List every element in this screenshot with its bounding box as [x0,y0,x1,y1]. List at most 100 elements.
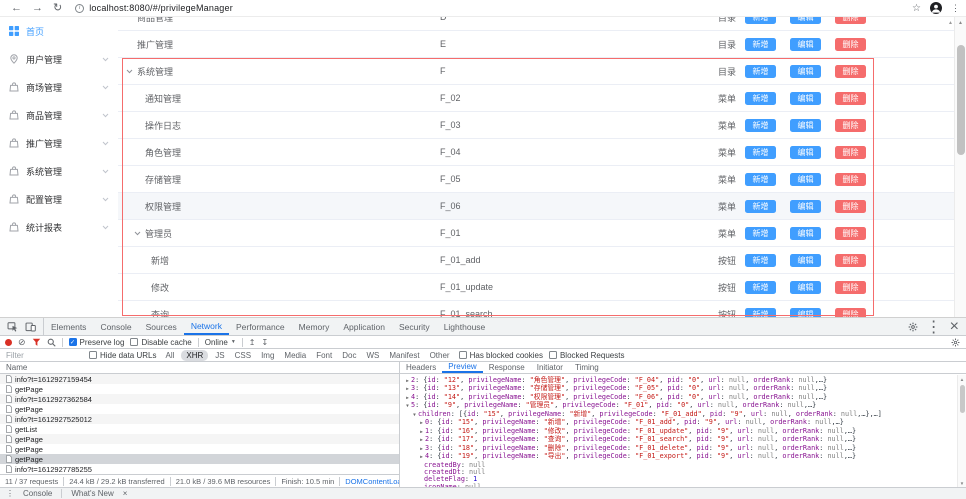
filter-type-doc[interactable]: Doc [339,351,359,360]
network-settings-gear-icon[interactable] [951,338,960,347]
scroll-up-icon[interactable]: ▲ [955,17,966,26]
expand-arrow-icon[interactable]: ▶ [418,420,425,427]
delete-button[interactable]: 删除 [835,146,866,159]
record-network-log-icon[interactable] [5,339,12,346]
export-har-icon[interactable]: ↧ [262,338,269,347]
request-row[interactable]: info?t=1612927785255 [0,464,399,474]
sidebar-item-配置管理[interactable]: 配置管理 [0,185,118,213]
table-row[interactable]: 通知管理 F_02 菜单 新增 编辑 删除 [118,85,954,112]
delete-button[interactable]: 删除 [835,65,866,78]
filter-type-xhr[interactable]: XHR [181,350,208,361]
delete-button[interactable]: 删除 [835,308,866,318]
detail-tab-preview[interactable]: Preview [442,362,482,373]
sidebar-item-首页[interactable]: 首页 [0,17,118,45]
expand-arrow-icon[interactable]: ▶ [418,437,425,444]
add-button[interactable]: 新增 [745,17,776,24]
page-info-icon[interactable]: i [75,4,84,13]
edit-button[interactable]: 编辑 [790,227,821,240]
scroll-down-icon[interactable]: ▼ [958,481,966,486]
page-scrollbar[interactable]: ▲ [954,17,966,317]
delete-button[interactable]: 删除 [835,200,866,213]
drawer-console-tab[interactable]: Console [23,489,52,498]
request-row[interactable]: getPage [0,434,399,444]
filter-type-ws[interactable]: WS [363,351,382,360]
delete-button[interactable]: 删除 [835,254,866,267]
preview-scrollbar[interactable]: ▲ ▼ [957,375,966,488]
filter-icon[interactable] [32,338,41,347]
edit-button[interactable]: 编辑 [790,17,821,24]
scrollbar-thumb[interactable] [960,385,965,413]
sidebar-item-用户管理[interactable]: 用户管理 [0,45,118,73]
add-button[interactable]: 新增 [745,308,776,318]
add-button[interactable]: 新增 [745,281,776,294]
edit-button[interactable]: 编辑 [790,173,821,186]
add-button[interactable]: 新增 [745,65,776,78]
devtools-tab-elements[interactable]: Elements [44,318,93,335]
table-row[interactable]: 操作日志 F_03 菜单 新增 编辑 删除 [118,112,954,139]
sidebar-item-推广管理[interactable]: 推广管理 [0,129,118,157]
table-row[interactable]: 系统管理 F 目录 新增 编辑 删除 [118,58,954,85]
edit-button[interactable]: 编辑 [790,92,821,105]
collapse-arrow-icon[interactable]: ▼ [411,412,418,419]
edit-button[interactable]: 编辑 [790,146,821,159]
disable-cache-checkbox[interactable]: Disable cache [130,338,191,347]
add-button[interactable]: 新增 [745,173,776,186]
json-tree-line[interactable]: createdDt: null [400,469,957,476]
request-row[interactable]: info?t=1612927525012 [0,414,399,424]
import-har-icon[interactable]: ↥ [249,338,256,347]
request-list-header[interactable]: Name [0,362,399,374]
request-row[interactable]: info?t=1612927159454 [0,374,399,384]
filter-type-img[interactable]: Img [258,351,277,360]
profile-avatar-icon[interactable] [930,2,942,14]
sidebar-item-统计报表[interactable]: 统计报表 [0,213,118,241]
sidebar-item-商品管理[interactable]: 商品管理 [0,101,118,129]
table-row[interactable]: 权限管理 F_06 菜单 新增 编辑 删除 [118,193,954,220]
edit-button[interactable]: 编辑 [790,38,821,51]
devtools-tab-memory[interactable]: Memory [292,318,337,335]
json-tree-line[interactable]: deleteFlag: 1 [400,476,957,483]
request-row[interactable]: getPage [0,454,399,464]
expand-arrow-icon[interactable]: ▶ [418,446,425,453]
filter-type-media[interactable]: Media [281,351,309,360]
add-button[interactable]: 新增 [745,200,776,213]
request-row[interactable]: getList [0,424,399,434]
reload-icon[interactable]: ↻ [53,0,62,17]
filter-type-font[interactable]: Font [313,351,335,360]
address-bar[interactable]: localhost:8080/#/privilegeManager [89,3,233,13]
table-row[interactable]: 商品管理 D 目录 新增 编辑 删除 [118,17,954,31]
delete-button[interactable]: 删除 [835,173,866,186]
edit-button[interactable]: 编辑 [790,308,821,318]
scrollbar-thumb[interactable] [957,45,965,155]
clear-network-log-icon[interactable]: ⊘ [18,338,26,347]
table-row[interactable]: 查询 F_01_search 按钮 新增 编辑 删除 [118,301,954,317]
collapse-arrow-icon[interactable]: ▼ [404,403,411,410]
preserve-log-checkbox[interactable]: ✓Preserve log [69,338,125,347]
devtools-tab-performance[interactable]: Performance [229,318,292,335]
add-button[interactable]: 新增 [745,146,776,159]
add-button[interactable]: 新增 [745,119,776,132]
add-button[interactable]: 新增 [745,38,776,51]
blocked-requests-checkbox[interactable]: Blocked Requests [549,351,624,360]
expand-arrow-icon[interactable]: ▶ [404,378,411,385]
filter-type-all[interactable]: All [162,351,177,360]
has-blocked-cookies-checkbox[interactable]: Has blocked cookies [459,351,543,360]
detail-tab-response[interactable]: Response [483,362,531,373]
devtools-tab-security[interactable]: Security [392,318,437,335]
search-icon[interactable] [47,338,56,347]
filter-type-other[interactable]: Other [427,351,453,360]
expand-arrow-icon[interactable]: ▶ [404,395,411,402]
add-button[interactable]: 新增 [745,227,776,240]
filter-type-manifest[interactable]: Manifest [386,351,422,360]
delete-button[interactable]: 删除 [835,38,866,51]
bookmark-star-icon[interactable]: ☆ [912,3,921,14]
detail-tab-headers[interactable]: Headers [400,362,442,373]
sidebar-item-商场管理[interactable]: 商场管理 [0,73,118,101]
browser-menu-icon[interactable]: ⋮ [951,3,960,14]
table-row[interactable]: 新增 F_01_add 按钮 新增 编辑 删除 [118,247,954,274]
delete-button[interactable]: 删除 [835,227,866,240]
delete-button[interactable]: 删除 [835,281,866,294]
request-row[interactable]: info?t=1612927362584 [0,394,399,404]
filter-type-js[interactable]: JS [212,351,227,360]
drawer-tab-close-icon[interactable]: × [123,489,128,498]
table-row[interactable]: 存储管理 F_05 菜单 新增 编辑 删除 [118,166,954,193]
